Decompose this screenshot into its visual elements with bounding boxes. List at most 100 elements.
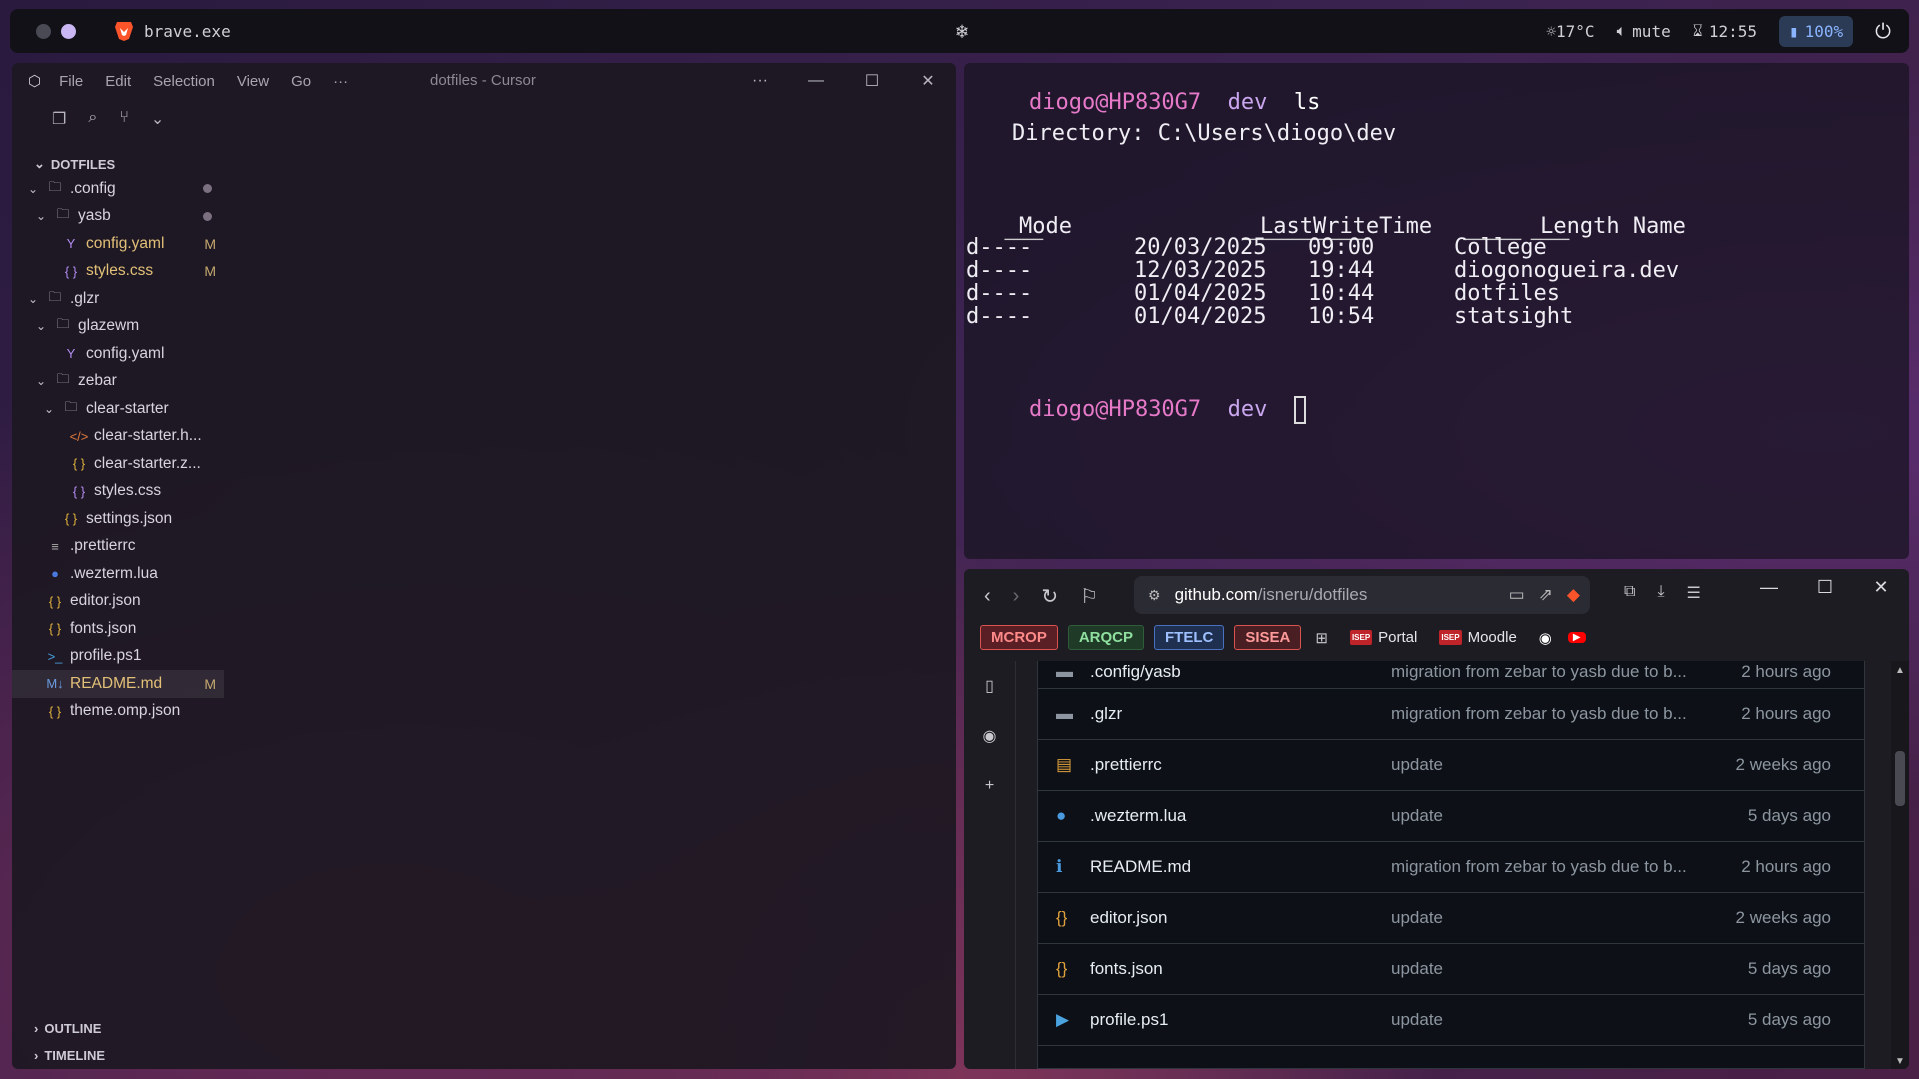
tree-folder[interactable]: ⌄ 🗀︎ zebar [12,368,224,396]
bookmark-icon[interactable]: ⚐ [1080,584,1098,609]
commit-message-link[interactable]: migration from zebar to yasb due to b... [1391,857,1701,877]
tree-folder[interactable]: ⌄ 🗀︎ .glzr [12,285,224,313]
scroll-up-icon[interactable]: ▲ [1895,665,1905,676]
cast-icon[interactable]: ▭ [1509,585,1525,605]
menu-item[interactable]: ··· [333,73,348,90]
bookmark-ftelc[interactable]: FTELC [1154,625,1225,650]
share-icon[interactable]: ⇗ [1539,585,1553,605]
tree-file[interactable]: { } fonts.json [12,615,224,643]
commit-message-link[interactable]: update [1391,1010,1701,1030]
extensions-icon[interactable]: ⧉ [1624,583,1635,603]
tree-file[interactable]: { } styles.css [12,478,224,506]
github-icon[interactable]: ◉ [964,711,1015,761]
tree-file[interactable]: Yconfig.yaml [12,340,224,368]
scrollbar-thumb[interactable] [1895,751,1905,806]
table-row[interactable]: {} editor.json update 2 weeks ago [1038,893,1864,944]
minimize-button[interactable]: — [788,72,844,90]
clock-widget[interactable]: ⌛︎ 12:55 [1693,21,1757,41]
tree-file[interactable]: { } styles.css M [12,258,224,286]
file-name-link[interactable]: fonts.json [1090,959,1391,979]
explorer-section-header[interactable]: ⌄ DOTFILES [12,143,956,175]
tree-file[interactable]: ● .wezterm.lua [12,560,224,588]
url-text[interactable]: github.com/isneru/dotfiles [1175,585,1368,605]
layout-more-button[interactable]: ··· [732,72,788,90]
commit-message-link[interactable]: migration from zebar to yasb due to b... [1391,662,1701,682]
chevron-down-icon[interactable]: ⌄ [151,109,164,143]
tree-file[interactable]: { } settings.json [12,505,224,533]
table-row[interactable]: ▬ .glzr migration from zebar to yasb due t… [1038,689,1864,740]
table-row[interactable]: ▶ profile.ps1 update 5 days ago [1038,995,1864,1046]
bookmark-moodle[interactable]: ISEP Moodle [1439,629,1517,646]
table-row[interactable]: ▤ .prettierrc update 2 weeks ago [1038,740,1864,791]
sidebar-toggle-icon[interactable]: ▯ [964,661,1015,711]
table-row[interactable]: ℹ README.md migration from zebar to yasb d… [1038,842,1864,893]
file-name-link[interactable]: .wezterm.lua [1090,806,1391,826]
site-settings-icon[interactable]: ⚙ [1148,587,1161,604]
tree-folder[interactable]: ⌄ 🗀︎ clear-starter [12,395,224,423]
address-bar[interactable]: ⚙ github.com/isneru/dotfiles ▭ ⇗ ◆ [1134,576,1590,614]
minimize-button[interactable]: — [1741,577,1797,598]
bookmark-portal[interactable]: ISEP Portal [1349,629,1417,646]
timeline-section-header[interactable]: › TIMELINE [12,1042,956,1069]
grid-icon[interactable]: ⊞ [1315,629,1328,647]
outline-section-header[interactable]: › OUTLINE [12,1015,956,1042]
menu-icon[interactable]: ☰ [1687,583,1701,603]
power-icon[interactable]: ⏻ [1875,19,1891,43]
tree-file[interactable]: Yconfig.yaml M [12,230,224,258]
menu-item[interactable]: Edit [105,73,131,90]
workspace-indicator-2[interactable] [61,23,76,39]
commit-message-link[interactable]: update [1391,959,1701,979]
source-control-icon[interactable]: ⑂ [119,109,129,143]
file-name-link[interactable]: editor.json [1090,908,1391,928]
terminal-window[interactable]: diogo@HP830G7 dev ls Directory: C:\Users… [964,63,1909,559]
file-name-link[interactable]: .config/yasb [1090,662,1391,682]
bookmark-arqcp[interactable]: ARQCP [1067,625,1145,650]
file-name-link[interactable]: profile.ps1 [1090,1010,1391,1030]
weather-widget[interactable]: ☼17°C [1546,22,1594,41]
battery-widget[interactable]: ▮ 100% [1779,15,1854,47]
menu-item[interactable]: File [59,73,83,90]
file-name-link[interactable]: .glzr [1090,704,1391,724]
reload-icon[interactable]: ↻ [1041,584,1058,609]
maximize-button[interactable]: ☐ [844,71,900,91]
scroll-down-icon[interactable]: ▼ [1895,1056,1905,1067]
tree-file[interactable]: M↓ README.md M [12,670,224,698]
maximize-button[interactable]: ☐ [1797,577,1853,598]
commit-message-link[interactable]: update [1391,908,1701,928]
workspace-indicator-1[interactable] [36,23,51,39]
explorer-icon[interactable]: ❐ [52,109,66,143]
tree-file[interactable]: </> clear-starter.h... [12,423,224,451]
tree-folder[interactable]: ⌄ 🗀︎ glazewm [12,313,224,341]
brave-shields-icon[interactable]: ◆ [1567,585,1580,605]
commit-message-link[interactable]: update [1391,806,1701,826]
file-name-link[interactable]: README.md [1090,857,1391,877]
table-row[interactable]: ▬ .config/yasb migration from zebar to yas… [1038,655,1864,689]
add-panel-icon[interactable]: + [964,761,1015,811]
close-button[interactable]: ✕ [900,71,956,91]
forward-icon[interactable]: › [1013,585,1020,608]
commit-message-link[interactable]: migration from zebar to yasb due to b... [1391,704,1701,724]
tree-file[interactable]: { } editor.json [12,588,224,616]
menu-item[interactable]: Go [291,73,311,90]
page-scrollbar[interactable]: ▲ ▼ [1891,661,1909,1069]
tree-folder[interactable]: ⌄ 🗀︎ .config [12,175,224,203]
tree-file[interactable]: >_ profile.ps1 [12,643,224,671]
tree-folder[interactable]: ⌄ 🗀︎ yasb [12,203,224,231]
table-row[interactable]: ● .wezterm.lua update 5 days ago [1038,791,1864,842]
close-button[interactable]: ✕ [1853,577,1909,598]
tree-file[interactable]: { } theme.omp.json [12,698,224,726]
youtube-icon[interactable]: ▶ [1567,632,1586,643]
volume-widget[interactable]: 🔈︎ mute [1617,21,1671,41]
back-icon[interactable]: ‹ [984,585,991,608]
menu-item[interactable]: Selection [153,73,215,90]
bookmark-mcrop[interactable]: MCROP [980,625,1058,650]
github-icon[interactable]: ◉ [1539,629,1552,647]
commit-message-link[interactable]: update [1391,755,1701,775]
downloads-icon[interactable]: ⤓ [1657,583,1664,603]
search-icon[interactable]: ⌕ [88,109,97,143]
tree-file[interactable]: ≡ .prettierrc [12,533,224,561]
snowflake-icon[interactable]: ❄ [956,19,968,43]
bookmark-sisea[interactable]: SISEA [1234,625,1302,650]
menu-item[interactable]: View [237,73,269,90]
table-row[interactable]: {} fonts.json update 5 days ago [1038,944,1864,995]
